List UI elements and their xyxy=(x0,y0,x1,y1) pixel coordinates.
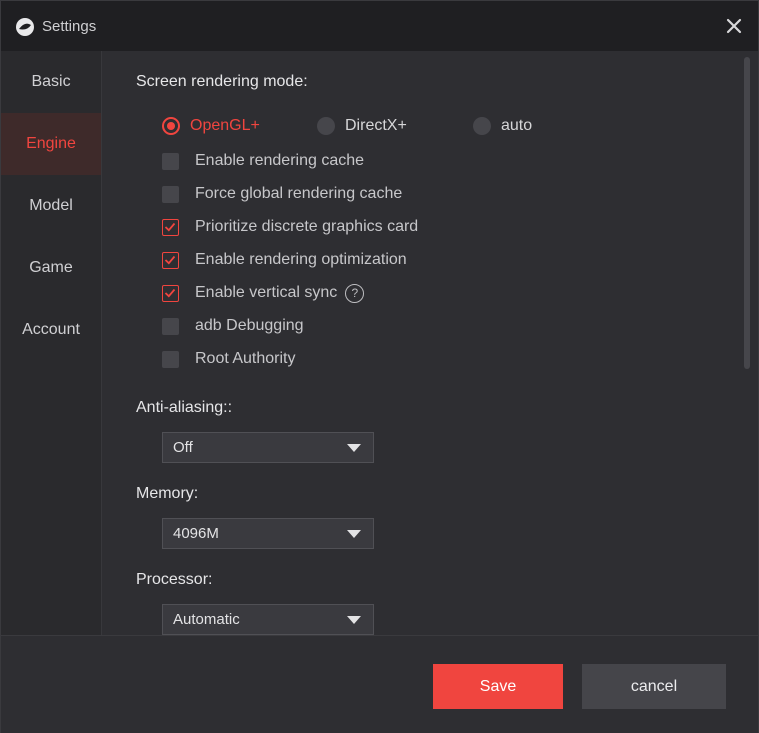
chevron-down-icon xyxy=(347,616,361,624)
checkbox-box xyxy=(162,218,179,236)
chevron-down-icon xyxy=(347,530,361,538)
checkbox-prioritize-discrete-gpu[interactable]: Prioritize discrete graphics card xyxy=(162,216,418,238)
radio-label: auto xyxy=(501,117,533,134)
sidebar-item-account[interactable]: Account xyxy=(1,299,101,361)
anti-aliasing-select[interactable]: Off xyxy=(162,432,374,463)
app-logo-icon xyxy=(15,17,35,37)
check-icon xyxy=(164,222,176,232)
checkbox-adb-debugging[interactable]: adb Debugging xyxy=(162,315,304,337)
radio-indicator xyxy=(473,117,491,135)
rendering-mode-heading: Screen rendering mode: xyxy=(136,73,308,90)
title-bar: Settings xyxy=(1,1,758,51)
radio-indicator xyxy=(162,117,180,135)
processor-select[interactable]: Automatic xyxy=(162,604,374,635)
sidebar-item-basic[interactable]: Basic xyxy=(1,51,101,113)
sidebar-item-game[interactable]: Game xyxy=(1,237,101,299)
checkbox-box xyxy=(162,251,179,269)
sidebar-item-label: Game xyxy=(29,259,73,276)
close-icon[interactable] xyxy=(721,13,747,39)
checkbox-label: Enable rendering cache xyxy=(195,152,365,169)
processor-label: Processor: xyxy=(136,571,213,588)
checkbox-label: adb Debugging xyxy=(195,317,304,334)
radio-opengl[interactable]: OpenGL+ xyxy=(162,117,260,135)
checkbox-label: Prioritize discrete graphics card xyxy=(195,218,419,235)
checkbox-box xyxy=(162,350,179,368)
check-icon xyxy=(164,288,176,298)
checkbox-box xyxy=(162,152,179,170)
sidebar-item-label: Model xyxy=(29,197,73,214)
radio-indicator xyxy=(317,117,335,135)
sidebar-item-label: Engine xyxy=(26,135,76,152)
checkbox-root-authority[interactable]: Root Authority xyxy=(162,348,296,370)
checkbox-label: Enable vertical sync xyxy=(195,284,338,301)
radio-label: OpenGL+ xyxy=(190,117,260,134)
checkbox-label: Root Authority xyxy=(195,350,296,367)
help-icon[interactable]: ? xyxy=(345,283,365,303)
sidebar-item-engine[interactable]: Engine xyxy=(1,113,101,175)
radio-label: DirectX+ xyxy=(345,117,407,134)
memory-label: Memory: xyxy=(136,485,199,502)
checkbox-force-global-cache[interactable]: Force global rendering cache xyxy=(162,183,402,205)
save-button[interactable]: Save xyxy=(433,664,563,709)
select-value: Automatic xyxy=(173,611,240,628)
cancel-button[interactable]: cancel xyxy=(582,664,726,709)
sidebar-item-label: Basic xyxy=(31,73,71,90)
radio-directx[interactable]: DirectX+ xyxy=(317,117,407,135)
checkbox-label: Force global rendering cache xyxy=(195,185,403,202)
engine-settings-panel: Screen rendering mode: OpenGL+ DirectX+ … xyxy=(103,51,741,635)
settings-sidebar: Basic Engine Model Game Account xyxy=(1,51,102,635)
sidebar-item-model[interactable]: Model xyxy=(1,175,101,237)
checkbox-enable-rendering-cache[interactable]: Enable rendering cache xyxy=(162,150,364,172)
checkbox-rendering-optimization[interactable]: Enable rendering optimization xyxy=(162,249,407,271)
checkbox-box xyxy=(162,284,179,302)
check-icon xyxy=(164,255,176,265)
vertical-scrollbar[interactable] xyxy=(744,57,750,369)
anti-aliasing-label: Anti-aliasing:: xyxy=(136,399,233,416)
chevron-down-icon xyxy=(347,444,361,452)
dialog-footer: Save cancel xyxy=(1,635,758,733)
window-title: Settings xyxy=(42,18,97,35)
select-value: 4096M xyxy=(173,525,219,542)
checkbox-box xyxy=(162,185,179,203)
settings-window: Settings Basic Engine Model Game Account… xyxy=(0,0,759,733)
checkbox-vertical-sync[interactable]: Enable vertical sync ? xyxy=(162,282,365,304)
checkbox-box xyxy=(162,317,179,335)
radio-auto[interactable]: auto xyxy=(473,117,532,135)
checkbox-label: Enable rendering optimization xyxy=(195,251,407,268)
memory-select[interactable]: 4096M xyxy=(162,518,374,549)
sidebar-item-label: Account xyxy=(22,321,80,338)
select-value: Off xyxy=(173,439,193,456)
